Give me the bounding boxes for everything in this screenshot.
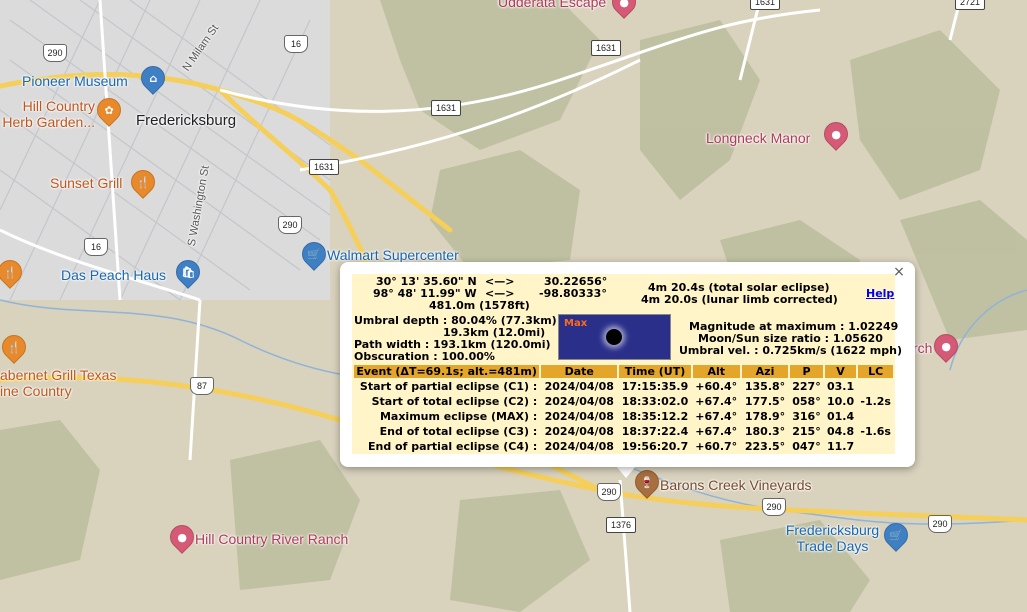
event-p: 058° — [792, 394, 821, 408]
event-v: 03.1 — [826, 379, 855, 393]
table-row: Start of total eclipse (C2) : 2024/04/08… — [354, 394, 893, 408]
event-azi: 177.5° — [744, 394, 786, 408]
eclipse-info-panel: 30° 13' 35.60" N 98° 48' 11.99" W <—> <—… — [352, 274, 902, 454]
city-fredericksburg[interactable]: Fredericksburg — [136, 112, 236, 129]
events-header-row: Event (ΔT=69.1s; alt.=481m) Date Time (U… — [354, 365, 893, 378]
poi-longneck-manor[interactable]: Longneck Manor — [706, 130, 810, 146]
event-azi: 178.9° — [744, 409, 786, 423]
event-time: 19:56:20.7 — [621, 439, 689, 453]
event-alt: +67.4° — [695, 409, 738, 423]
event-time: 18:33:02.0 — [621, 394, 689, 408]
event-p: 215° — [792, 424, 821, 438]
eclipse-info-popup: × 30° 13' 35.60" N 98° 48' 11.99" W <—> … — [340, 262, 915, 467]
poi-rch-partial[interactable]: rch — [913, 340, 932, 356]
table-row: Maximum eclipse (MAX) : 2024/04/08 18:35… — [354, 409, 893, 423]
header-azi: Azi — [741, 365, 789, 378]
highway-shield-290-d: 290 — [762, 498, 786, 516]
event-p: 047° — [792, 439, 821, 453]
highway-shield-290-b: 290 — [278, 216, 302, 234]
header-p: P — [790, 365, 823, 378]
poi-barons-creek[interactable]: Barons Creek Vineyards — [660, 477, 811, 493]
ranch-road-1631-c: 1631 — [431, 100, 462, 116]
event-v: 04.8 — [826, 424, 855, 438]
poi-sunset-grill[interactable]: Sunset Grill — [50, 175, 122, 191]
highway-shield-16: 16 — [284, 35, 308, 53]
highway-shield-290-e: 290 — [928, 515, 952, 533]
highway-shield-290: 290 — [43, 44, 67, 62]
event-lc: -1.2s — [860, 394, 891, 408]
event-name: End of total eclipse (C3) : — [379, 424, 538, 438]
eclipse-events-table: Event (ΔT=69.1s; alt.=481m) Date Time (U… — [352, 364, 895, 454]
header-alt: Alt — [692, 365, 740, 378]
event-alt: +60.4° — [695, 379, 738, 393]
header-event: Event (ΔT=69.1s; alt.=481m) — [354, 365, 540, 378]
event-date: 2024/04/08 — [544, 424, 614, 438]
poi-hill-country-river-ranch[interactable]: Hill Country River Ranch — [195, 531, 348, 547]
event-name: Start of total eclipse (C2) : — [371, 394, 538, 408]
ranch-road-2721: 2721 — [955, 0, 986, 10]
ranch-road-1631-b: 1631 — [591, 40, 622, 56]
event-p: 316° — [792, 409, 821, 423]
event-date: 2024/04/08 — [544, 409, 614, 423]
header-v: V — [824, 365, 857, 378]
longitude-decimal: -98.80333° — [539, 287, 607, 300]
elevation: 481.0m (1578ft) — [429, 299, 530, 312]
event-p: 227° — [792, 379, 821, 393]
table-row: Start of partial eclipse (C1) : 2024/04/… — [354, 379, 893, 393]
ranch-road-1376: 1376 — [606, 517, 637, 533]
event-date: 2024/04/08 — [544, 379, 614, 393]
table-row: End of total eclipse (C3) : 2024/04/08 1… — [354, 424, 893, 438]
max-label: Max — [564, 318, 588, 329]
header-date: Date — [541, 365, 618, 378]
header-lc: LC — [858, 365, 893, 378]
ranch-road-1631-a: 1631 — [750, 0, 781, 10]
event-time: 18:37:22.4 — [621, 424, 689, 438]
highway-shield-290-c: 290 — [597, 483, 621, 501]
obscuration: Obscuration : 100.00% — [354, 350, 495, 363]
event-azi: 180.3° — [744, 424, 786, 438]
event-alt: +67.4° — [695, 394, 738, 408]
duration-limb-corrected: 4m 20.0s (lunar limb corrected) — [641, 293, 838, 306]
poi-pioneer-museum[interactable]: Pioneer Museum — [22, 73, 128, 89]
poi-cabernet-grill[interactable]: abernet Grill Texas ine Country — [0, 367, 135, 399]
event-alt: +67.4° — [695, 424, 738, 438]
ranch-road-1631-d: 1631 — [309, 159, 340, 175]
poi-udderata-escape[interactable]: Udderata Escape — [498, 0, 606, 10]
event-lc — [858, 379, 893, 393]
eclipse-sun-icon — [606, 329, 622, 345]
event-name: End of partial eclipse (C4) : — [367, 439, 538, 453]
event-date: 2024/04/08 — [544, 439, 614, 453]
event-lc: -1.6s — [860, 424, 891, 438]
header-time: Time (UT) — [619, 365, 691, 378]
event-name: Start of partial eclipse (C1) : — [359, 379, 538, 393]
umbral-velocity: Umbral vel. : 0.725km/s (1622 mph) — [679, 344, 902, 357]
event-time: 18:35:12.2 — [621, 409, 689, 423]
event-v: 01.4 — [826, 409, 855, 423]
event-azi: 223.5° — [744, 439, 786, 453]
popup-tail — [616, 466, 636, 478]
table-row: End of partial eclipse (C4) : 2024/04/08… — [354, 439, 893, 453]
event-alt: +60.7° — [695, 439, 738, 453]
poi-fredericksburg-trade-days[interactable]: Fredericksburg Trade Days — [780, 522, 885, 554]
event-v: 11.7 — [826, 439, 855, 453]
poi-hill-country-herb-garden[interactable]: Hill Country Herb Garden... — [0, 98, 95, 130]
event-time: 17:15:35.9 — [621, 379, 689, 393]
event-name: Maximum eclipse (MAX) : — [379, 409, 538, 423]
event-lc — [858, 439, 893, 453]
eclipse-max-thumbnail: Max — [558, 314, 671, 360]
poi-das-peach-haus[interactable]: Das Peach Haus — [61, 267, 166, 283]
highway-shield-16-b: 16 — [84, 238, 108, 256]
poi-walmart[interactable]: Walmart Supercenter — [327, 247, 459, 263]
event-date: 2024/04/08 — [544, 394, 614, 408]
event-azi: 135.8° — [744, 379, 786, 393]
event-v: 10.0 — [826, 394, 855, 408]
highway-shield-87: 87 — [190, 377, 214, 395]
event-lc — [858, 409, 893, 423]
help-link[interactable]: Help — [866, 287, 894, 300]
